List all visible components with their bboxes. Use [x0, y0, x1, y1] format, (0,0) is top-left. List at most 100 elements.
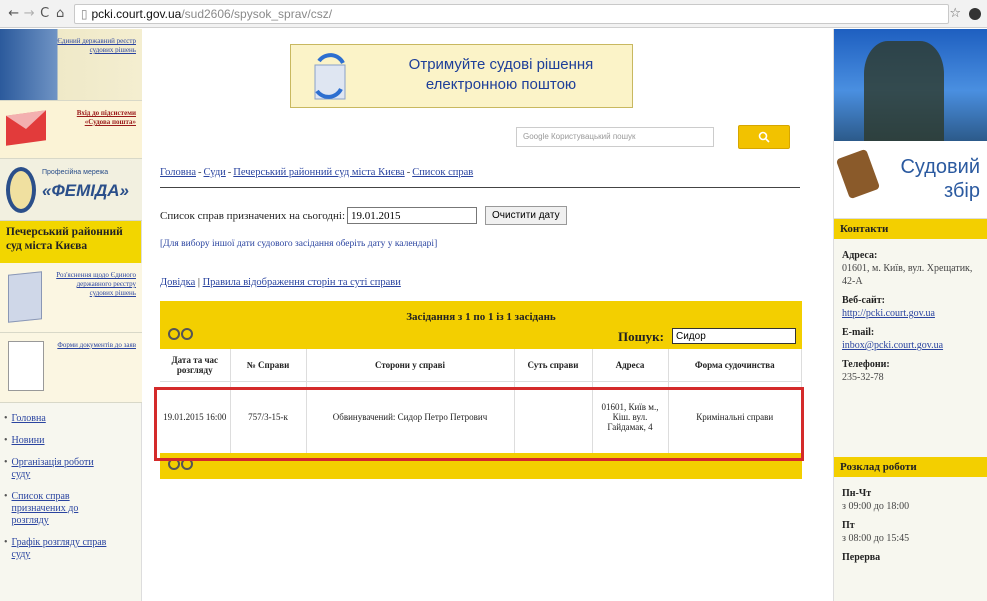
schedule-time: з 09:00 до 18:00 — [842, 501, 910, 512]
menu-item[interactable]: • Новини — [4, 435, 141, 447]
schedule-section: Розклад роботи Пн-Чт з 09:00 до 18:00 Пт… — [834, 457, 987, 570]
hearings-panel: Засідання з 1 по 1 із 1 засідань Пошук: … — [160, 301, 802, 479]
table-header-row: Дата та час розгляду № Справи Сторони у … — [160, 349, 802, 382]
case-list-label: Список справ призначених на сьогодні: — [160, 209, 346, 222]
address-bar[interactable]: ▯ pcki.court.gov.ua /sud2606/spysok_spra… — [73, 3, 950, 24]
panel-header: Засідання з 1 по 1 із 1 засідань Пошук: — [160, 301, 802, 349]
calendar-hint: [Для вибору іншої дати судового засіданн… — [160, 239, 438, 249]
email-label: E-mail: — [842, 327, 875, 338]
banner-text: Отримуйте судові рішення електронною пош… — [408, 56, 594, 93]
site-search-input[interactable]: Google Користувацький пошук — [516, 127, 714, 147]
column-header-form[interactable]: Форма судочинства — [668, 349, 802, 382]
column-header-subject[interactable]: Суть справи — [514, 349, 593, 382]
email-link[interactable]: inbox@pcki.court.gov.ua — [842, 340, 943, 351]
right-sidebar: Судовий збір Контакти Адреса: 01601, м. … — [833, 29, 987, 601]
display-rules-link[interactable]: Правила відображення сторін та суті спра… — [203, 277, 401, 288]
femida-big-text: «ФЕМІДА» — [42, 181, 129, 200]
home-icon[interactable]: ⌂ — [52, 6, 67, 21]
reload-icon[interactable]: C — [37, 6, 52, 21]
phone-value: 235-32-78 — [842, 372, 884, 383]
menu-link[interactable]: Новини — [12, 435, 112, 447]
themis-logo-icon — [6, 167, 36, 213]
cell-parties: Обвинувачений: Сидор Петро Петрович — [306, 381, 515, 453]
registry-ad[interactable]: Єдиний державний реєстр судових рішень — [0, 29, 142, 101]
next-page-icon[interactable] — [181, 328, 193, 340]
breadcrumb-separator: - — [406, 167, 411, 178]
menu-link[interactable]: Організація роботи суду — [12, 457, 112, 481]
gavel-icon — [835, 148, 881, 200]
schedule-day: Пн-Чт — [842, 488, 872, 499]
url-host: pcki.court.gov.ua — [91, 6, 182, 21]
back-icon[interactable]: ← — [6, 6, 21, 21]
column-header-parties[interactable]: Сторони у справі — [306, 349, 515, 382]
schedule-time: з 08:00 до 15:45 — [842, 533, 910, 544]
forms-ad-text: Форми документів до заяв — [57, 341, 136, 349]
email-decisions-banner[interactable]: Отримуйте судові рішення електронною пош… — [290, 44, 633, 108]
main-content: Отримуйте судові рішення електронною пош… — [142, 29, 833, 601]
breadcrumb-case-list[interactable]: Список справ — [412, 167, 473, 178]
sessions-count: Засідання з 1 по 1 із 1 засідань — [406, 311, 556, 323]
cell-address: 01601, Київ м., Кіш. вул. Гайдамак, 4 — [592, 381, 669, 453]
cases-table: Дата та час розгляду № Справи Сторони у … — [160, 349, 802, 453]
browser-toolbar: ← → C ⌂ ▯ pcki.court.gov.ua /sud2606/spy… — [0, 0, 987, 28]
table-row: 19.01.2015 16:00 757/3-15-к Обвинувачени… — [160, 381, 802, 453]
envelope-icon — [6, 110, 46, 146]
forms-ad[interactable]: Форми документів до заяв — [0, 333, 142, 403]
contacts-title: Контакти — [834, 219, 987, 239]
website-link[interactable]: http://pcki.court.gov.ua — [842, 308, 935, 319]
cell-date: 19.01.2015 16:00 — [160, 381, 231, 453]
forward-icon[interactable]: → — [21, 6, 36, 21]
clear-date-button[interactable]: Очистити дату — [485, 206, 567, 225]
breadcrumb-separator: - — [227, 167, 232, 178]
extension-icon[interactable] — [969, 7, 981, 20]
court-fee-banner[interactable]: Судовий збір — [834, 141, 987, 219]
schedule-body: Пн-Чт з 09:00 до 18:00 Пт з 08:00 до 15:… — [834, 477, 987, 570]
next-page-icon[interactable] — [181, 458, 193, 470]
url-path: /sud2606/spysok_sprav/csz/ — [181, 6, 333, 21]
footer-pagination — [168, 458, 193, 470]
website-label: Веб-сайт: — [842, 295, 886, 306]
document-icon — [8, 341, 44, 391]
table-search-input[interactable] — [672, 328, 796, 344]
column-header-date[interactable]: Дата та час розгляду — [160, 349, 231, 382]
breadcrumb-home[interactable]: Головна — [160, 167, 196, 178]
breadcrumb-court[interactable]: Печерський районний суд міста Києва — [233, 167, 404, 178]
cell-case-number: 757/3-15-к — [230, 381, 307, 453]
schedule-title: Розклад роботи — [834, 457, 987, 477]
date-field[interactable] — [347, 207, 478, 224]
court-fee-line2: збір — [944, 180, 980, 202]
address-label: Адреса: — [842, 250, 878, 261]
cell-subject — [514, 381, 593, 453]
divider — [160, 187, 800, 188]
menu-item[interactable]: • Список справ призначених до розгляду — [4, 491, 141, 527]
bullet-icon: • — [4, 435, 8, 446]
book-icon — [8, 271, 42, 323]
court-mail-ad[interactable]: Вхід до підсистеми «Судова пошта» — [0, 101, 142, 159]
column-header-address[interactable]: Адреса — [592, 349, 669, 382]
breadcrumb-courts[interactable]: Суди — [204, 167, 226, 178]
bookmark-star-icon[interactable]: ☆ — [949, 6, 961, 21]
prev-page-icon[interactable] — [168, 328, 180, 340]
menu-link[interactable]: Головна — [12, 413, 112, 425]
menu-item[interactable]: • Графік розгляду справ суду — [4, 537, 141, 561]
site-search-button[interactable] — [738, 125, 790, 149]
registry-info-ad[interactable]: Роз'яснення щодо Єдиного державного реєс… — [0, 263, 142, 333]
breadcrumb: Головна - Суди - Печерський районний суд міс… — [160, 167, 473, 178]
bullet-icon: • — [4, 491, 8, 502]
femida-ad[interactable]: Професійна мережа «ФЕМІДА» — [0, 159, 142, 221]
prev-page-icon[interactable] — [168, 458, 180, 470]
column-header-case-number[interactable]: № Справи — [230, 349, 307, 382]
menu-link[interactable]: Список справ призначених до розгляду — [12, 491, 112, 527]
femida-small-text: Професійна мережа — [42, 169, 109, 176]
menu-item[interactable]: • Головна — [4, 413, 141, 425]
menu-item[interactable]: • Організація роботи суду — [4, 457, 141, 481]
help-link[interactable]: Довідка — [160, 277, 195, 288]
menu-link[interactable]: Графік розгляду справ суду — [12, 537, 112, 561]
registry-ad-text: Єдиний державний реєстр судових рішень — [57, 37, 136, 54]
court-name: Печерський районний суд міста Києва — [0, 221, 141, 263]
help-links: Довідка | Правила відображення сторін та… — [160, 277, 401, 288]
bullet-icon: • — [4, 457, 8, 468]
table-search-label: Пошук: — [618, 329, 664, 344]
bullet-icon: • — [4, 537, 8, 548]
bullet-icon: • — [4, 413, 8, 424]
